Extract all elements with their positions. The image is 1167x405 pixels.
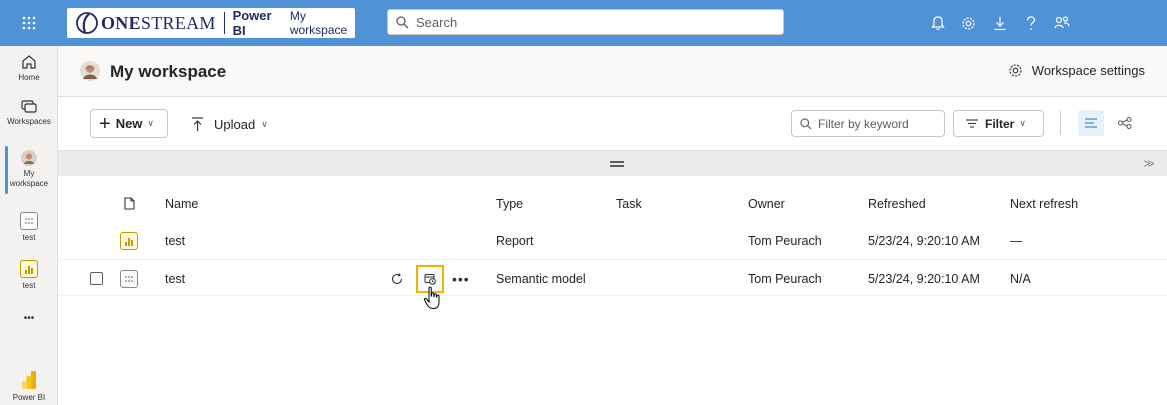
row-select-checkbox[interactable] xyxy=(90,260,103,297)
rail-item-test-report[interactable]: test xyxy=(0,260,58,291)
help-icon[interactable] xyxy=(1015,0,1046,46)
list-view-icon xyxy=(1085,118,1097,128)
more-options-button[interactable]: ••• xyxy=(452,271,470,287)
rail-label-my: My xyxy=(23,169,35,178)
item-name-link[interactable]: test xyxy=(165,260,185,297)
refresh-now-icon[interactable] xyxy=(388,272,406,285)
upload-icon xyxy=(192,116,203,131)
new-button[interactable]: + New ∨ xyxy=(90,109,168,138)
semantic-model-icon xyxy=(20,212,38,230)
lineage-view-button[interactable] xyxy=(1112,110,1138,136)
onestream-logo-icon xyxy=(75,11,99,35)
column-header-task[interactable]: Task xyxy=(616,185,642,222)
table-header-row: Name Type Task Owner Refreshed Next refr… xyxy=(58,185,1167,222)
rail-label-powerbi: Power BI xyxy=(12,393,46,402)
rail-label-test-report: test xyxy=(22,281,36,290)
top-bar: ONESTREAM Power BI My workspace Search xyxy=(0,0,1167,46)
notifications-bell-icon[interactable] xyxy=(922,0,953,46)
workspace-settings-label: Workspace settings xyxy=(1031,63,1145,78)
item-owner: Tom Peurach xyxy=(748,271,822,286)
column-header-type[interactable]: Type xyxy=(496,185,523,222)
column-header-refreshed[interactable]: Refreshed xyxy=(868,185,926,222)
column-header-name[interactable]: Name xyxy=(165,185,198,222)
rail-item-test-model[interactable]: test xyxy=(0,212,58,243)
filter-button[interactable]: Filter ∨ xyxy=(953,110,1044,137)
toolbar-divider xyxy=(1060,111,1061,135)
list-view-button[interactable] xyxy=(1078,110,1104,136)
rail-item-my-workspace[interactable]: My workspace xyxy=(0,150,58,189)
item-refreshed: 5/23/24, 9:20:10 AM xyxy=(868,233,980,248)
schedule-refresh-icon xyxy=(424,273,436,285)
filter-button-label: Filter xyxy=(985,116,1015,131)
brand-area[interactable]: ONESTREAM Power BI My workspace xyxy=(67,8,355,38)
double-chevron-down-icon[interactable]: ≫ xyxy=(1143,157,1155,170)
app-name[interactable]: Power BI xyxy=(233,8,280,38)
rail-item-home[interactable]: Home xyxy=(0,54,58,83)
report-icon xyxy=(120,231,138,250)
collapse-strip[interactable]: ≫ xyxy=(58,151,1167,176)
table-row[interactable]: test ••• Semantic model Tom Peurach 5/23… xyxy=(58,259,1167,296)
workspaces-icon xyxy=(21,100,37,113)
file-type-header-icon xyxy=(124,185,135,222)
item-type: Report xyxy=(496,233,534,248)
filter-keyword-placeholder: Filter by keyword xyxy=(818,116,909,131)
item-name-link[interactable]: test xyxy=(165,222,185,259)
toolbar: + New ∨ Upload ∨ Filter by keyword Filte… xyxy=(58,97,1167,151)
search-icon xyxy=(800,117,812,129)
settings-gear-icon[interactable] xyxy=(953,0,984,46)
share-people-icon[interactable] xyxy=(1046,0,1077,46)
hand-pointer-cursor-icon xyxy=(423,286,440,310)
workspace-avatar-icon xyxy=(80,61,100,81)
rail-label-test-model: test xyxy=(22,233,36,242)
item-type: Semantic model xyxy=(496,271,586,286)
workspace-settings-button[interactable]: Workspace settings xyxy=(1008,63,1145,78)
upload-button-label: Upload xyxy=(214,116,256,132)
table-row[interactable]: test Report Tom Peurach 5/23/24, 9:20:10… xyxy=(58,222,1167,259)
left-nav-rail: Home Workspaces My workspace test test •… xyxy=(0,46,58,405)
workspace-header: My workspace Workspace settings xyxy=(58,46,1167,97)
rail-more-button[interactable]: ••• xyxy=(0,314,58,324)
home-icon xyxy=(22,55,36,69)
settings-gear-icon xyxy=(1009,64,1022,77)
search-placeholder: Search xyxy=(416,14,458,30)
workspace-breadcrumb[interactable]: My workspace xyxy=(290,9,355,37)
page-title: My workspace xyxy=(110,62,227,81)
filter-lines-icon xyxy=(966,119,978,128)
filter-keyword-input[interactable]: Filter by keyword xyxy=(791,110,945,137)
rail-label-home: Home xyxy=(18,73,40,82)
semantic-model-icon xyxy=(120,269,138,288)
column-header-next-refresh[interactable]: Next refresh xyxy=(1010,185,1078,222)
plus-icon: + xyxy=(99,112,111,135)
row-type-icon-cell xyxy=(120,222,138,259)
user-avatar-icon xyxy=(21,150,37,166)
drag-handle-icon[interactable] xyxy=(610,161,624,167)
item-next-refresh: N/A xyxy=(1010,271,1031,286)
chevron-down-icon: ∨ xyxy=(261,118,268,129)
onestream-logo-text: ONESTREAM xyxy=(101,12,216,33)
row-type-icon-cell xyxy=(120,260,138,297)
search-input[interactable]: Search xyxy=(387,9,784,35)
chevron-down-icon: ∨ xyxy=(1019,118,1026,128)
item-owner: Tom Peurach xyxy=(748,233,822,248)
new-button-label: New xyxy=(115,116,143,131)
rail-label-workspaces: Workspaces xyxy=(7,117,51,126)
more-dots-icon: ••• xyxy=(23,313,35,324)
chevron-down-icon: ∨ xyxy=(147,118,155,128)
rail-label-workspace: workspace xyxy=(9,179,49,188)
app-launcher-icon[interactable] xyxy=(0,0,58,46)
item-refreshed: 5/23/24, 9:20:10 AM xyxy=(868,271,980,286)
brand-divider xyxy=(223,12,225,34)
rail-item-workspaces[interactable]: Workspaces xyxy=(0,100,58,127)
report-icon xyxy=(20,260,38,278)
search-icon xyxy=(396,15,409,28)
upload-button[interactable]: Upload ∨ xyxy=(191,111,268,137)
item-next-refresh: — xyxy=(1010,233,1023,248)
column-header-owner[interactable]: Owner xyxy=(748,185,785,222)
rail-item-powerbi[interactable]: Power BI xyxy=(0,370,58,403)
download-icon[interactable] xyxy=(984,0,1015,46)
powerbi-logo-icon xyxy=(22,371,36,389)
lineage-view-icon xyxy=(1118,117,1132,129)
